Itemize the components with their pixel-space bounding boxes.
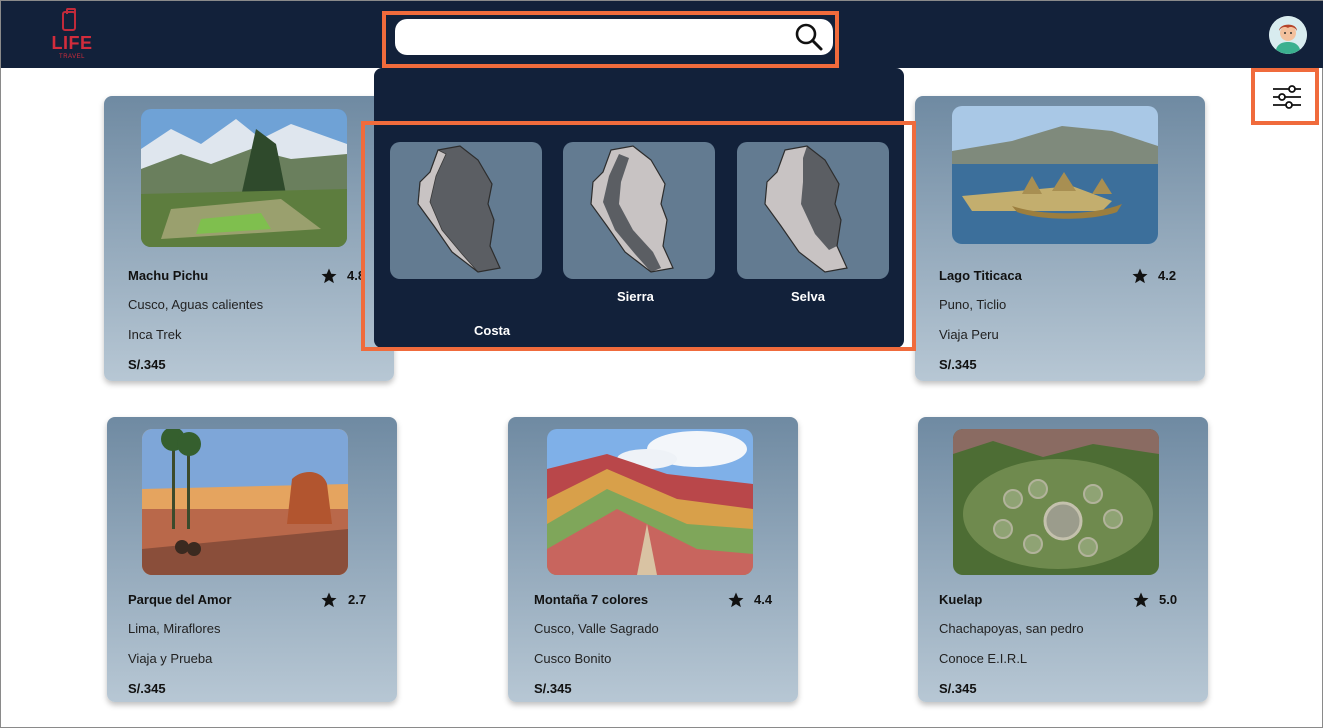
card-rating: 4.4	[754, 592, 773, 607]
destination-card-parque-del-amor[interactable]: Parque del Amor 2.7 Lima, Miraflores Via…	[107, 417, 397, 702]
card-photo	[141, 109, 347, 247]
card-location: Chachapoyas, san pedro	[939, 621, 1084, 636]
card-price: S/.345	[128, 357, 166, 372]
card-photo	[952, 106, 1158, 244]
card-rating: 4.2	[1158, 268, 1177, 283]
region-label-sierra[interactable]: Sierra	[617, 289, 654, 304]
filter-button[interactable]	[1251, 68, 1319, 125]
card-agency: Inca Trek	[128, 327, 182, 342]
star-icon	[321, 592, 337, 608]
peru-map-icon	[590, 145, 674, 273]
search-highlight	[382, 11, 839, 68]
card-title: Montaña 7 colores	[534, 592, 649, 607]
region-option-sierra[interactable]	[563, 142, 715, 279]
filter-sliders-icon	[1273, 85, 1301, 109]
card-title: Kuelap	[939, 592, 983, 607]
card-location: Cusco, Aguas calientes	[128, 297, 264, 312]
card-photo	[953, 429, 1159, 575]
card-price: S/.345	[939, 681, 977, 696]
card-location: Lima, Miraflores	[128, 621, 221, 636]
card-location: Puno, Ticlio	[939, 297, 1007, 312]
card-rating: 2.7	[348, 592, 367, 607]
card-agency: Conoce E.I.R.L	[939, 651, 1028, 666]
logo-text: LIFE	[51, 33, 93, 53]
card-agency: Viaja y Prueba	[128, 651, 213, 666]
region-option-selva[interactable]	[737, 142, 889, 279]
luggage-logo-icon	[62, 8, 76, 31]
destination-card-montana-7-colores[interactable]: Montaña 7 colores 4.4 Cusco, Valle Sagra…	[508, 417, 798, 702]
peru-map-icon	[764, 145, 848, 273]
card-price: S/.345	[534, 681, 572, 696]
card-title: Lago Titicaca	[939, 268, 1022, 283]
destination-card-machu-pichu[interactable]: Machu Pichu 4.8 Cusco, Aguas calientes I…	[104, 96, 394, 381]
card-title: Machu Pichu	[128, 268, 209, 283]
card-price: S/.345	[128, 681, 166, 696]
star-icon	[1132, 268, 1148, 284]
life-travel-logo[interactable]: LIFE TRAVEL	[47, 8, 95, 63]
region-option-costa[interactable]	[390, 142, 542, 279]
card-title: Parque del Amor	[128, 592, 232, 607]
card-photo	[547, 429, 753, 575]
logo-subtext: TRAVEL	[59, 54, 85, 60]
card-photo	[142, 429, 348, 575]
region-label-costa[interactable]: Costa	[474, 323, 510, 338]
card-rating: 4.8	[347, 268, 366, 283]
card-agency: Cusco Bonito	[534, 651, 612, 666]
card-rating: 5.0	[1159, 592, 1178, 607]
card-agency: Viaja Peru	[939, 327, 999, 342]
region-label-selva[interactable]: Selva	[791, 289, 825, 304]
card-price: S/.345	[939, 357, 977, 372]
destination-card-kuelap[interactable]: Kuelap 5.0 Chachapoyas, san pedro Conoce…	[918, 417, 1208, 702]
star-icon	[1133, 592, 1149, 608]
destination-card-lago-titicaca[interactable]: Lago Titicaca 4.2 Puno, Ticlio Viaja Per…	[915, 96, 1205, 381]
star-icon	[728, 592, 744, 608]
star-icon	[321, 268, 337, 284]
card-location: Cusco, Valle Sagrado	[534, 621, 659, 636]
user-avatar[interactable]	[1269, 16, 1307, 54]
peru-map-icon	[417, 145, 501, 273]
